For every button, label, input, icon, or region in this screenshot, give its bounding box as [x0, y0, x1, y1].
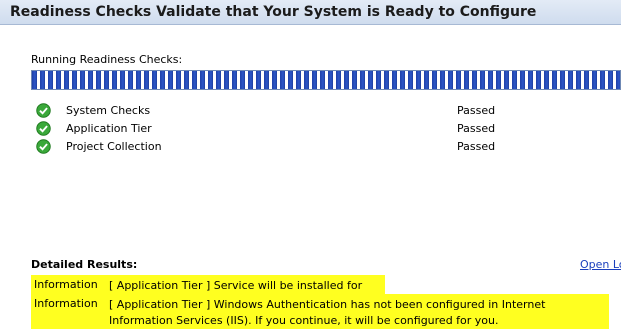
progress-fill: [32, 71, 620, 89]
check-row-project-collection: Project Collection Passed: [36, 139, 596, 155]
progress-label: Running Readiness Checks:: [31, 53, 183, 66]
result-message: [ Application Tier ] Windows Authenticat…: [109, 298, 546, 327]
check-row-system-checks: System Checks Passed: [36, 103, 596, 119]
check-row-application-tier: Application Tier Passed: [36, 121, 596, 137]
green-check-icon: [36, 121, 51, 136]
check-status: Passed: [457, 122, 496, 135]
progress-bar: [31, 70, 621, 90]
check-name: System Checks: [66, 104, 151, 117]
check-name: Application Tier: [66, 122, 152, 135]
page-header: Readiness Checks Validate that Your Syst…: [0, 0, 621, 25]
check-status: Passed: [457, 104, 496, 117]
check-name: Project Collection: [66, 140, 162, 153]
result-row: Information [ Application Tier ] Service…: [31, 275, 385, 308]
result-type: Information: [34, 278, 98, 291]
green-check-icon: [36, 103, 51, 118]
check-status: Passed: [457, 140, 496, 153]
green-check-icon: [36, 139, 51, 154]
result-type: Information: [34, 297, 98, 310]
detailed-results-label: Detailed Results:: [31, 258, 138, 271]
open-log-link[interactable]: Open Lo: [580, 258, 621, 271]
result-row: Information [ Application Tier ] Windows…: [31, 294, 609, 329]
page-title: Readiness Checks Validate that Your Syst…: [10, 4, 537, 20]
